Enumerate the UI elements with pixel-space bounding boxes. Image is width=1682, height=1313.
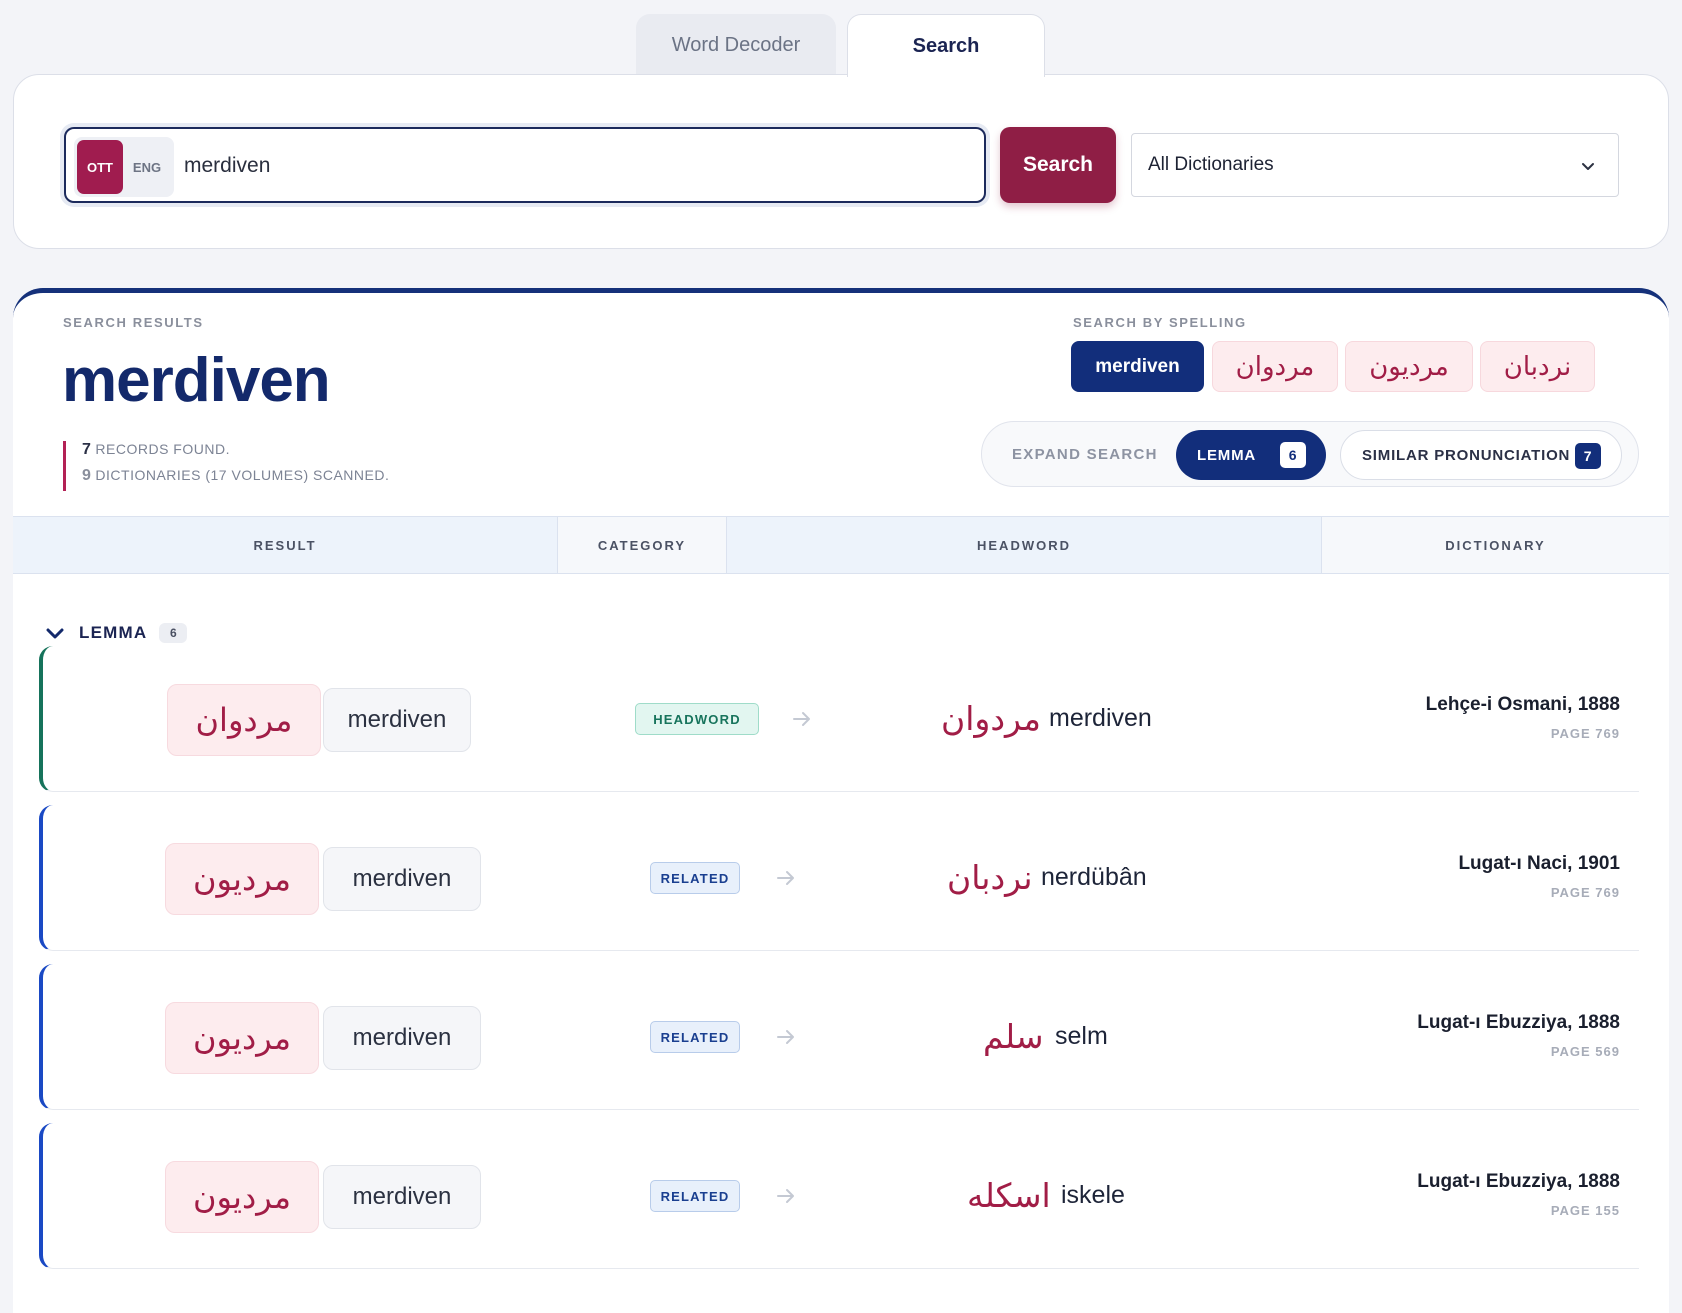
lemma-filter-label: LEMMA	[1197, 446, 1256, 464]
similar-count-badge: 7	[1575, 443, 1601, 469]
similar-pronunciation-label: SIMILAR PRONUNCIATION	[1362, 446, 1571, 464]
results-table-header: RESULT CATEGORY HEADWORD DICTIONARY	[13, 516, 1669, 574]
group-count-badge: 6	[159, 623, 188, 643]
spelling-chip-merdiven[interactable]: merdiven	[1071, 341, 1204, 392]
arrow-right-icon	[777, 871, 794, 885]
results-stats: 7 RECORDS FOUND. 9 DICTIONARIES (17 VOLUME…	[63, 441, 389, 491]
column-header-headword[interactable]: HEADWORD	[727, 517, 1321, 573]
headword-latin: selm	[1055, 1022, 1108, 1050]
headword-latin: merdiven	[1049, 704, 1152, 732]
table-row[interactable]: مرديون merdiven RELATED نردبان nerdübân …	[39, 805, 1639, 951]
result-latin-chip[interactable]: merdiven	[323, 688, 471, 752]
headword-ottoman: اسكله	[967, 1175, 1051, 1215]
dictionary-page: PAGE 569	[1550, 1044, 1620, 1059]
dict-label: DICTIONARIES (17 VOLUMES) SCANNED.	[95, 467, 390, 483]
table-row[interactable]: مرديون merdiven RELATED سلم selm Lugat-ı…	[39, 964, 1639, 1110]
lemma-filter-button[interactable]: LEMMA 6	[1176, 430, 1326, 480]
expand-search-label: EXPAND SEARCH	[1012, 446, 1158, 463]
search-panel: OTT ENG Search All Dictionaries	[13, 74, 1669, 249]
dictionary-page: PAGE 155	[1550, 1203, 1620, 1218]
records-stat: 7 RECORDS FOUND.	[82, 441, 389, 467]
chevron-down-icon	[46, 628, 64, 639]
lang-eng-button[interactable]: ENG	[123, 160, 171, 175]
headword-ottoman: سلم	[983, 1016, 1044, 1056]
chevron-down-icon	[1582, 163, 1594, 170]
category-badge: RELATED	[650, 862, 740, 894]
search-box: OTT ENG	[64, 127, 986, 203]
search-input[interactable]	[184, 147, 964, 185]
spelling-eyebrow: SEARCH BY SPELLING	[1073, 315, 1247, 330]
dictionary-name[interactable]: Lugat-ı Naci, 1901	[1458, 853, 1620, 875]
group-label: LEMMA	[79, 623, 148, 642]
tab-search[interactable]: Search	[847, 14, 1045, 77]
headword-latin: iskele	[1061, 1181, 1125, 1209]
records-count: 7	[82, 441, 92, 458]
category-badge: HEADWORD	[635, 703, 759, 735]
results-panel: SEARCH RESULTS merdiven 7 RECORDS FOUND. …	[13, 288, 1669, 1313]
column-header-dictionary[interactable]: DICTIONARY	[1321, 517, 1669, 573]
headword-ottoman: مردوان	[941, 698, 1041, 738]
table-row[interactable]: مردوان merdiven HEADWORD مردوان merdiven…	[39, 646, 1639, 792]
result-latin-chip[interactable]: merdiven	[323, 847, 481, 911]
result-ottoman-chip[interactable]: مردوان	[167, 684, 321, 756]
column-header-category[interactable]: CATEGORY	[557, 517, 727, 573]
spelling-chip-2[interactable]: مردوان	[1212, 341, 1338, 392]
dict-count: 9	[82, 467, 92, 484]
arrow-right-icon	[793, 712, 810, 726]
lang-ott-button[interactable]: OTT	[77, 140, 123, 194]
similar-pronunciation-button[interactable]: SIMILAR PRONUNCIATION 7	[1340, 430, 1622, 480]
category-badge: RELATED	[650, 1021, 740, 1053]
result-ottoman-chip[interactable]: مرديون	[165, 1161, 319, 1233]
result-latin-chip[interactable]: merdiven	[323, 1165, 481, 1229]
headword-latin: nerdübân	[1041, 863, 1147, 891]
tab-word-decoder[interactable]: Word Decoder	[636, 14, 836, 76]
lemma-group-toggle[interactable]: LEMMA 6	[43, 618, 188, 648]
language-toggle: OTT ENG	[74, 137, 174, 197]
lemma-count-badge: 6	[1280, 442, 1306, 468]
results-title: merdiven	[62, 346, 331, 415]
result-latin-chip[interactable]: merdiven	[323, 1006, 481, 1070]
result-ottoman-chip[interactable]: مرديون	[165, 843, 319, 915]
category-badge: RELATED	[650, 1180, 740, 1212]
dictionary-page: PAGE 769	[1550, 726, 1620, 741]
tab-bar: Word Decoder Search	[0, 14, 1682, 77]
table-row[interactable]: مرديون merdiven RELATED اسكله iskele Lug…	[39, 1123, 1639, 1269]
dictionary-page: PAGE 769	[1550, 885, 1620, 900]
dictionaries-stat: 9 DICTIONARIES (17 VOLUMES) SCANNED.	[82, 467, 389, 493]
results-eyebrow: SEARCH RESULTS	[63, 315, 204, 330]
headword-ottoman: نردبان	[947, 857, 1033, 897]
dictionary-select[interactable]: All Dictionaries	[1131, 133, 1619, 197]
dictionary-name[interactable]: Lugat-ı Ebuzziya, 1888	[1417, 1171, 1620, 1193]
arrow-right-icon	[777, 1030, 794, 1044]
expand-search-bar: EXPAND SEARCH LEMMA 6 SIMILAR PRONUNCIAT…	[981, 421, 1639, 487]
dictionary-name[interactable]: Lugat-ı Ebuzziya, 1888	[1417, 1012, 1620, 1034]
column-header-result[interactable]: RESULT	[13, 517, 557, 573]
spelling-chip-4[interactable]: نردبان	[1480, 341, 1595, 392]
dictionary-name[interactable]: Lehçe-i Osmani, 1888	[1426, 694, 1620, 716]
spelling-chip-3[interactable]: مرديون	[1345, 341, 1473, 392]
arrow-right-icon	[777, 1189, 794, 1203]
dictionary-select-value: All Dictionaries	[1148, 154, 1274, 175]
search-button[interactable]: Search	[1000, 127, 1116, 203]
records-label: RECORDS FOUND.	[95, 441, 230, 457]
result-ottoman-chip[interactable]: مرديون	[165, 1002, 319, 1074]
